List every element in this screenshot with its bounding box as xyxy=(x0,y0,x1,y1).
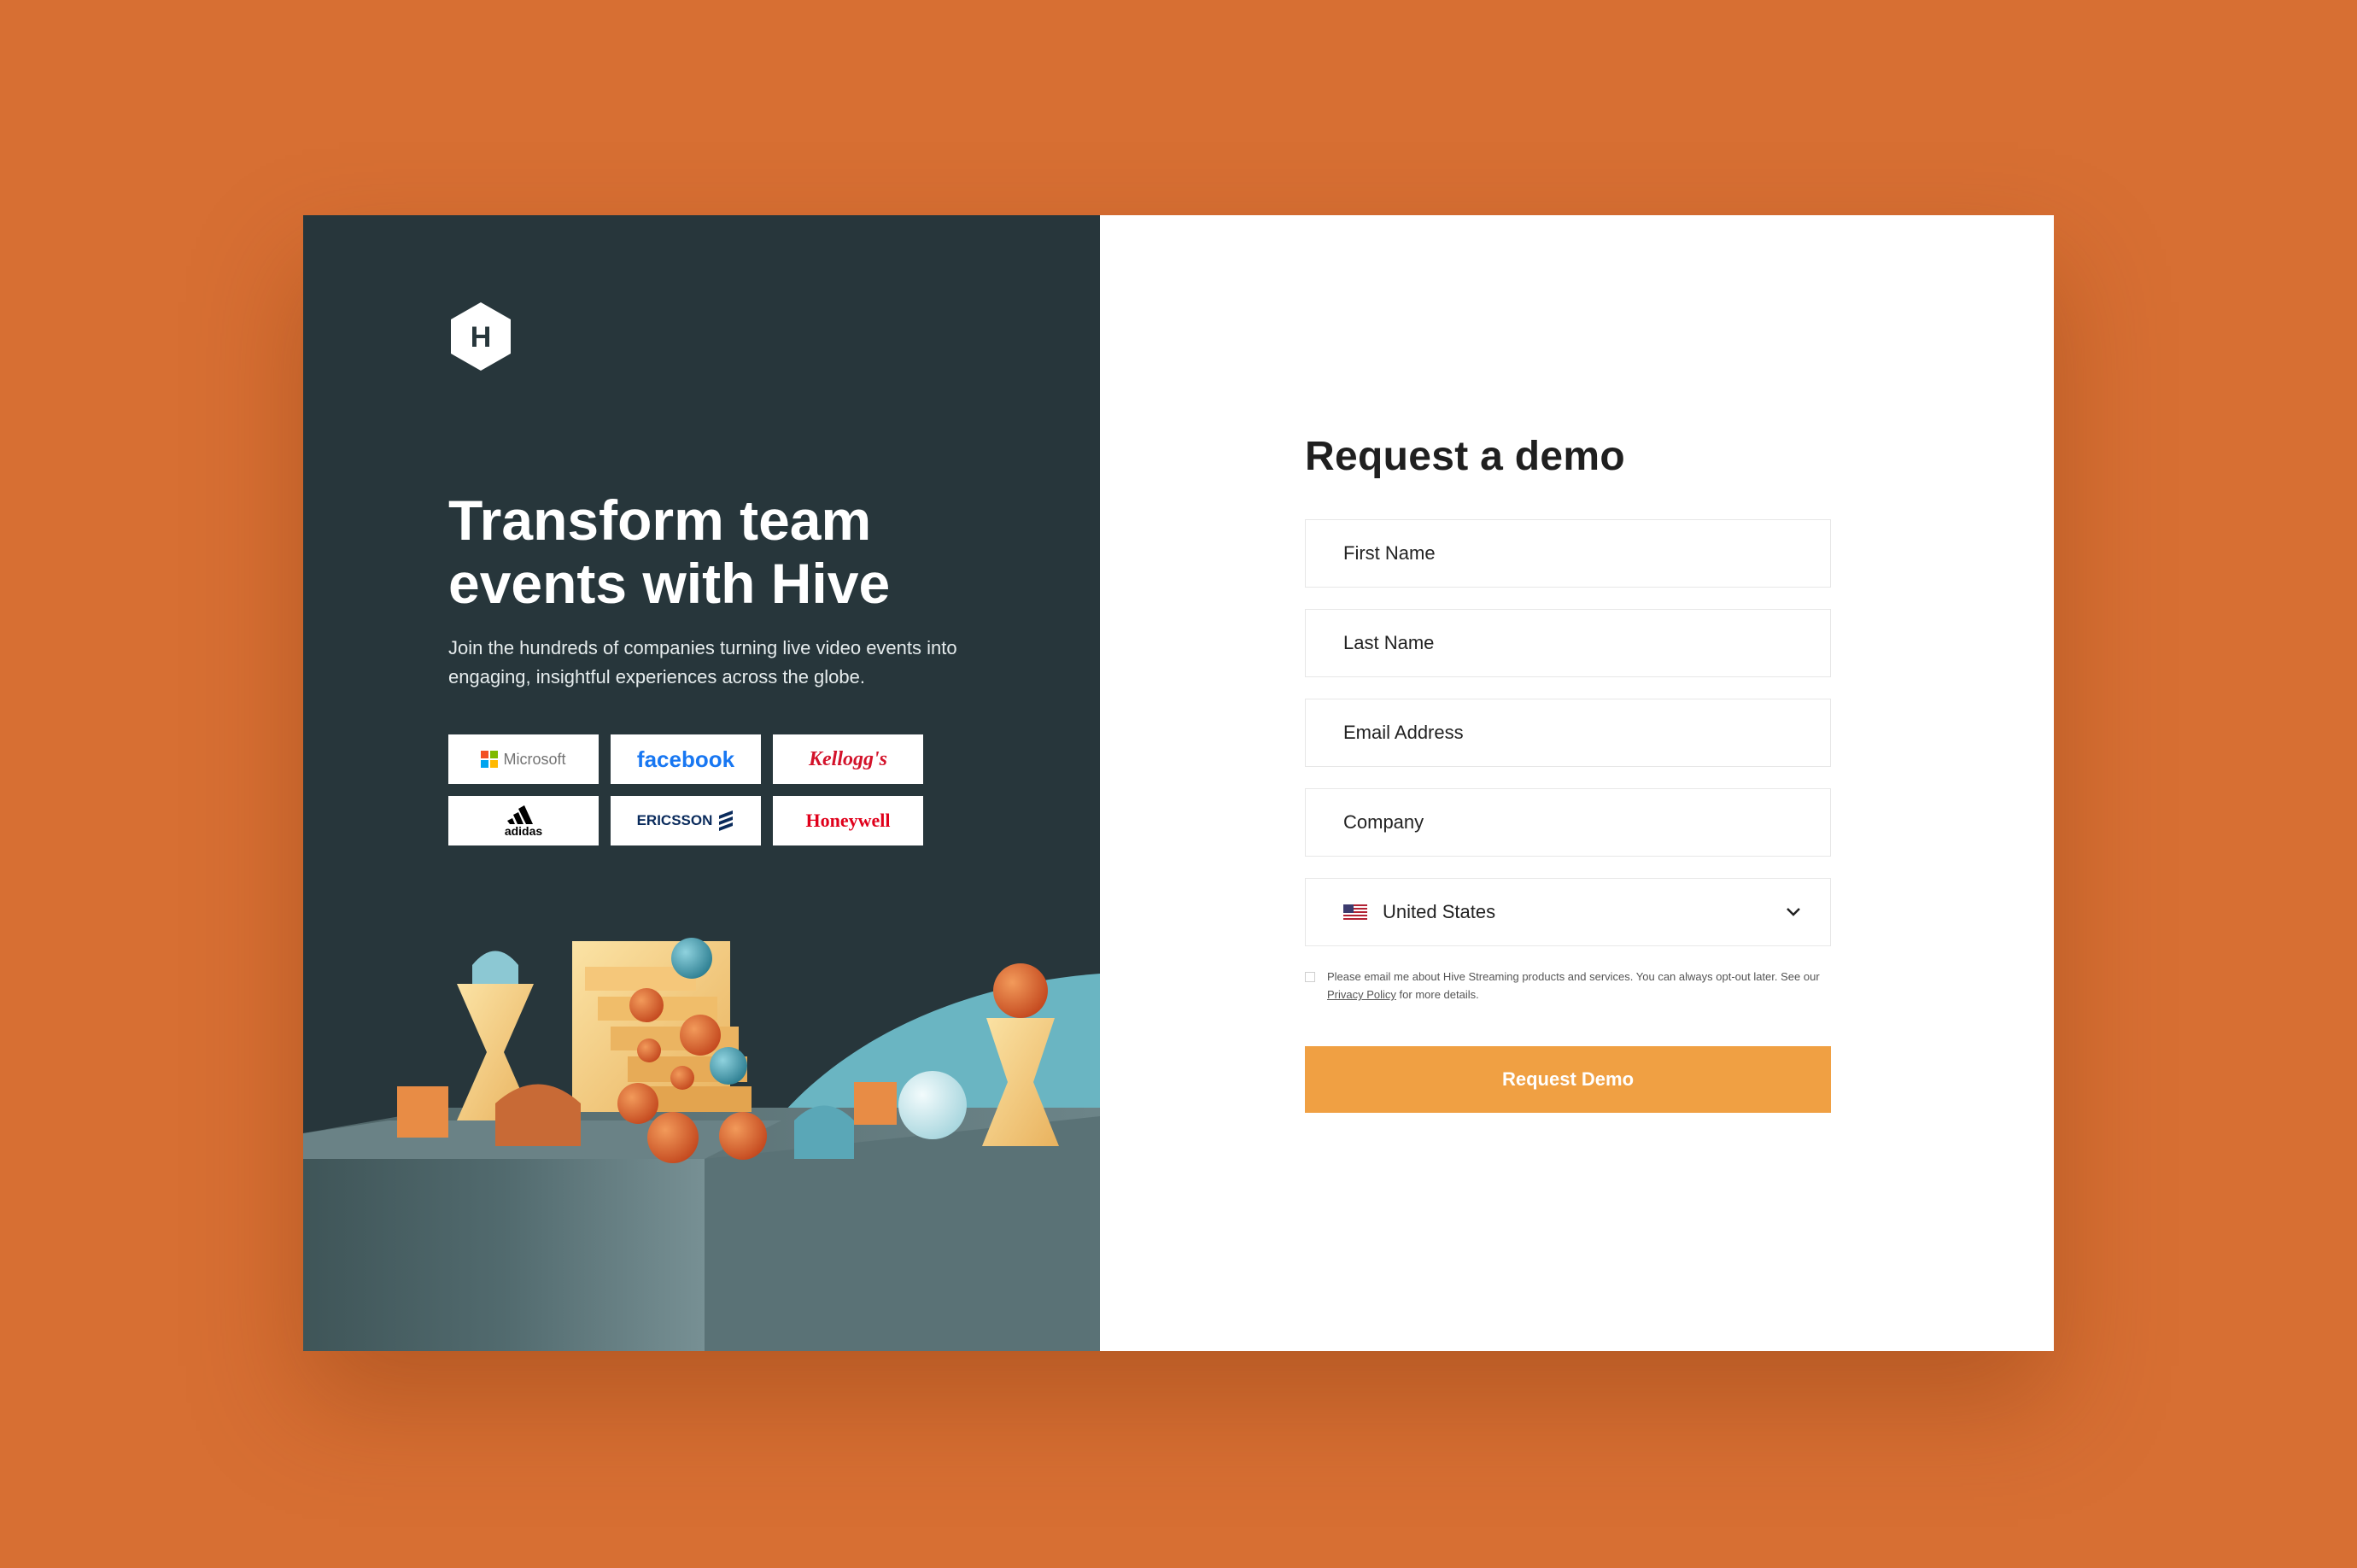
email-input[interactable] xyxy=(1343,722,1793,744)
geometric-shapes-illustration xyxy=(303,938,1100,1351)
honeywell-logo: Honeywell xyxy=(773,796,923,845)
microsoft-icon xyxy=(481,751,499,768)
last-name-input[interactable] xyxy=(1343,632,1793,654)
us-flag-icon xyxy=(1343,904,1367,920)
adidas-stripes-icon xyxy=(507,805,533,824)
hive-logo: H xyxy=(451,302,511,371)
email-field xyxy=(1305,699,1831,767)
kelloggs-logo: Kellogg's xyxy=(773,734,923,784)
country-select[interactable]: United States xyxy=(1305,878,1831,946)
customer-logos: Microsoft facebook Kellogg's adidas ERIC… xyxy=(448,734,923,845)
form-title: Request a demo xyxy=(1305,434,1625,479)
adidas-logo-text: adidas xyxy=(504,824,543,838)
consent-text-before: Please email me about Hive Streaming pro… xyxy=(1327,970,1820,983)
first-name-input[interactable] xyxy=(1343,542,1793,565)
microsoft-logo: Microsoft xyxy=(448,734,599,784)
request-demo-button[interactable]: Request Demo xyxy=(1305,1046,1831,1113)
honeywell-logo-text: Honeywell xyxy=(805,810,891,831)
country-select-value-wrap: United States xyxy=(1343,901,1495,923)
first-name-field xyxy=(1305,519,1831,588)
ericsson-logo: ERICSSON xyxy=(611,796,761,845)
hero-subtext: Join the hundreds of companies turning l… xyxy=(448,637,957,687)
ericsson-mark-icon xyxy=(719,810,734,831)
hero-headline: Transform team events with Hive xyxy=(448,489,891,615)
kelloggs-logo-text: Kellogg's xyxy=(808,747,887,770)
demo-request-form: Request a demo First Name Last Name Emai… xyxy=(1305,433,1831,1113)
svg-text:H: H xyxy=(471,321,492,354)
adidas-logo: adidas xyxy=(448,796,599,845)
facebook-logo: facebook xyxy=(611,734,761,784)
last-name-field xyxy=(1305,609,1831,677)
country-select-value: United States xyxy=(1383,901,1496,922)
privacy-policy-link[interactable]: Privacy Policy xyxy=(1327,988,1396,1001)
demo-card: H Transform team events with Hive Join t… xyxy=(303,215,2054,1351)
chevron-down-icon xyxy=(1787,908,1800,916)
email-consent: Please email me about Hive Streaming pro… xyxy=(1305,968,1831,1003)
company-input[interactable] xyxy=(1343,811,1793,834)
hero-panel: H Transform team events with Hive Join t… xyxy=(303,215,1100,1351)
company-field xyxy=(1305,788,1831,857)
email-consent-text: Please email me about Hive Streaming pro… xyxy=(1327,968,1831,1003)
form-panel: Request a demo First Name Last Name Emai… xyxy=(1100,215,2054,1351)
facebook-logo-text: facebook xyxy=(636,746,735,772)
email-consent-checkbox[interactable] xyxy=(1305,972,1315,982)
microsoft-logo-text: Microsoft xyxy=(503,750,566,768)
consent-text-after: for more details. xyxy=(1395,988,1479,1001)
ericsson-logo-text: ERICSSON xyxy=(636,812,713,828)
